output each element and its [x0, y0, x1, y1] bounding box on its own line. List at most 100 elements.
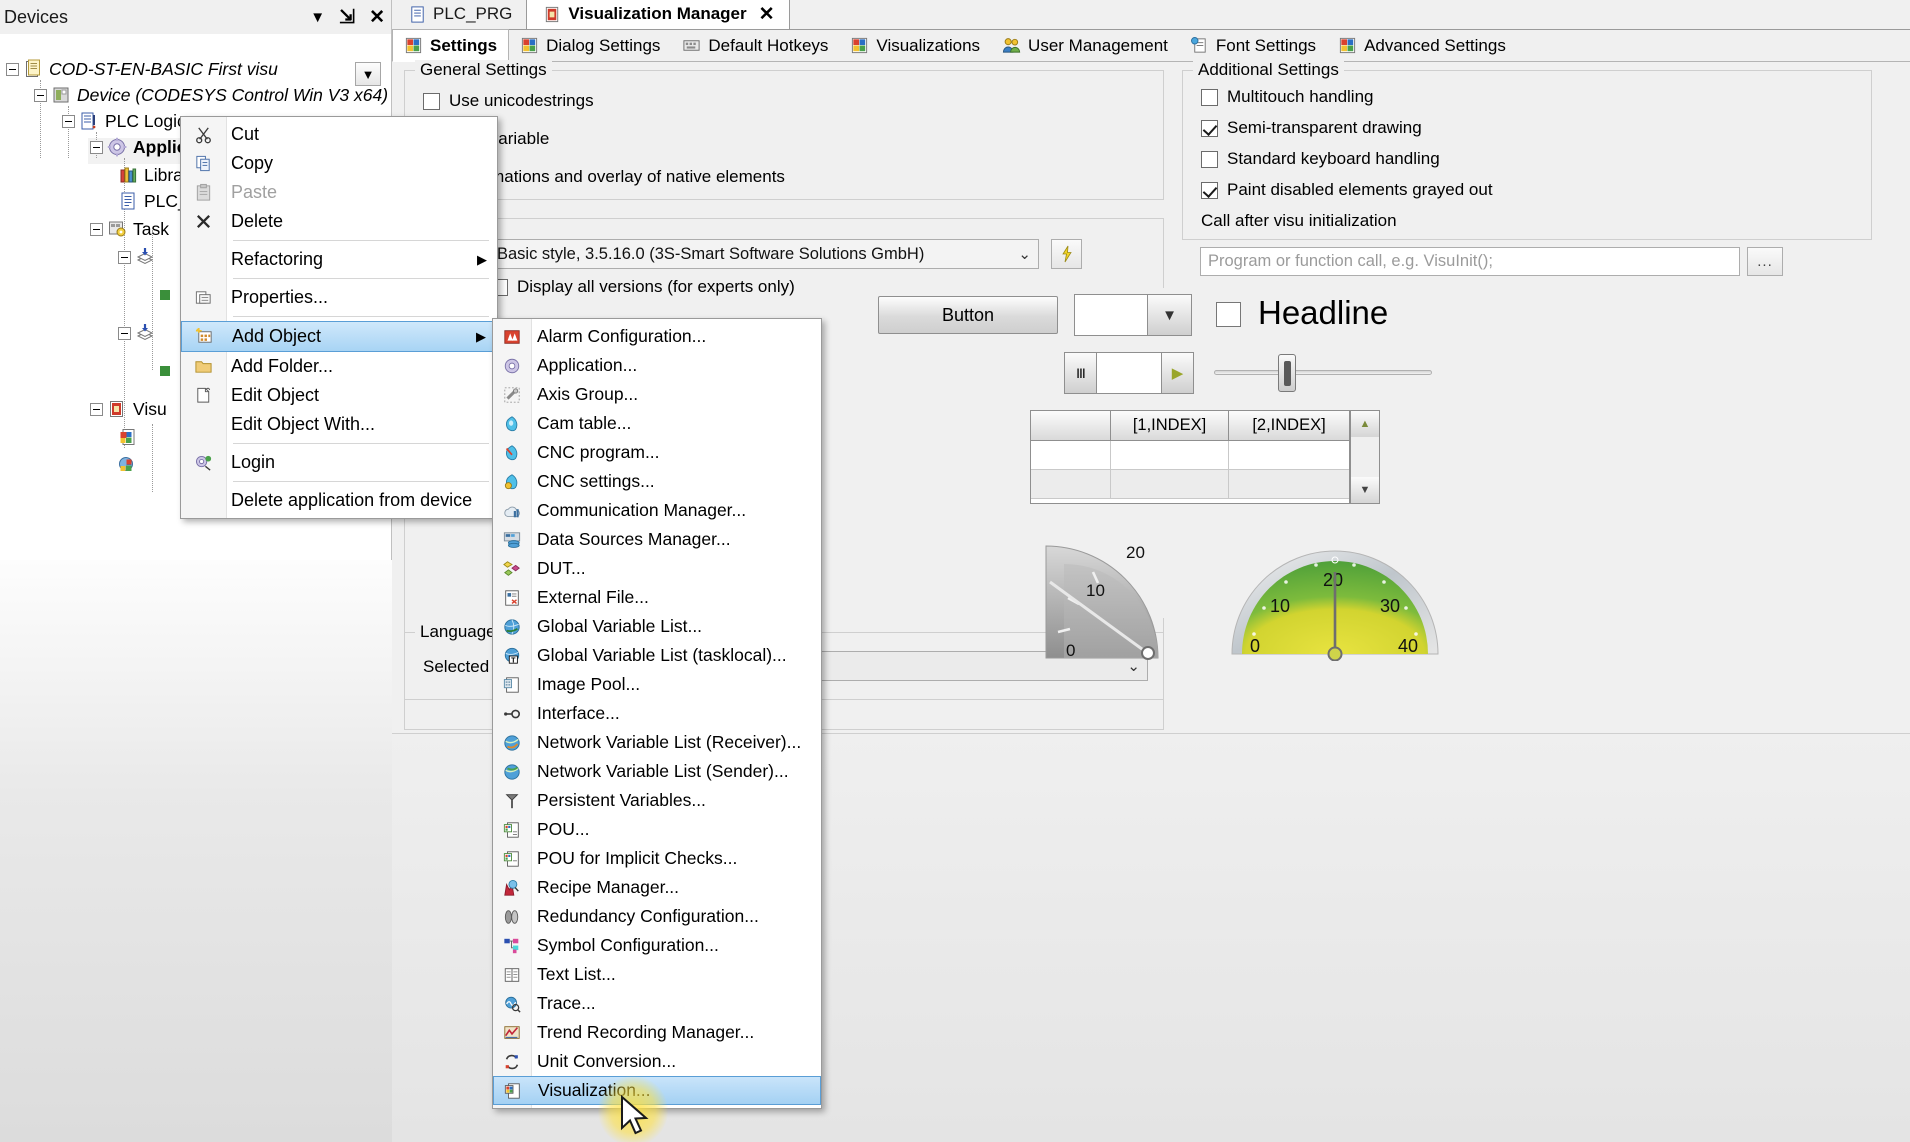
submenu-item-interface[interactable]: Interface... — [493, 699, 821, 728]
style-combo[interactable]: Basic style, 3.5.16.0 (3S-Smart Software… — [489, 239, 1039, 269]
expander-icon[interactable] — [6, 63, 19, 76]
submenu-item-network-variable-list-sender[interactable]: Network Variable List (Sender)... — [493, 757, 821, 786]
context-menu-item-refactoring[interactable]: Refactoring ▶ — [181, 245, 497, 274]
submenu-item-axis-group[interactable]: Axis Group... — [493, 380, 821, 409]
tree-item-device[interactable]: Device (CODESYS Control Win V3 x64) — [34, 82, 388, 108]
checkbox-use-unicodestrings[interactable]: Use unicodestrings — [423, 91, 594, 111]
context-menu-item-copy[interactable]: Copy — [181, 149, 497, 178]
tab-default-hotkeys[interactable]: Default Hotkeys — [671, 30, 839, 62]
expander-icon[interactable] — [90, 223, 103, 236]
tab-settings[interactable]: Settings — [392, 29, 509, 62]
submenu-item-persistent-variables[interactable]: Persistent Variables... — [493, 786, 821, 815]
submenu-item-text-list[interactable]: Text List... — [493, 960, 821, 989]
submenu-item-alarm-configuration[interactable]: Alarm Configuration... — [493, 322, 821, 351]
preview-spinbox[interactable]: III ▶ — [1064, 352, 1194, 394]
submenu-item-redundancy-configuration[interactable]: Redundancy Configuration... — [493, 902, 821, 931]
preview-table-scrollbar[interactable]: ▲ ▼ — [1350, 410, 1380, 504]
tab-visualizations[interactable]: Visualizations — [839, 30, 991, 62]
submenu-item-trend-recording-manager[interactable]: Trend Recording Manager... — [493, 1018, 821, 1047]
submenu-item-global-variable-list[interactable]: Global Variable List... — [493, 612, 821, 641]
submenu-item-visualization[interactable]: Visualization... — [493, 1076, 821, 1105]
submenu-item-network-variable-list-receiver[interactable]: Network Variable List (Receiver)... — [493, 728, 821, 757]
preview-table[interactable]: [1,INDEX] [2,INDEX] — [1030, 410, 1350, 504]
tree-item-plc-logic[interactable]: PLC Logic — [62, 108, 186, 134]
call-after-visu-init-browse-button[interactable]: ... — [1747, 247, 1783, 276]
preview-button[interactable]: Button — [878, 296, 1058, 334]
submenu-item-trace[interactable]: Trace... — [493, 989, 821, 1018]
expander-icon[interactable] — [90, 403, 103, 416]
checkbox-multitouch-handling[interactable]: Multitouch handling — [1201, 87, 1373, 107]
tree-item-project[interactable]: COD-ST-EN-BASIC First visu — [6, 56, 278, 82]
expander-icon[interactable] — [118, 251, 131, 264]
chevron-down-icon[interactable]: ▼ — [1147, 295, 1191, 335]
submenu-item-cnc-settings[interactable]: CNC settings... — [493, 467, 821, 496]
style-edit-button[interactable] — [1051, 239, 1082, 269]
submenu-item-symbol-configuration[interactable]: Symbol Configuration... — [493, 931, 821, 960]
tab-advanced-settings[interactable]: Advanced Settings — [1327, 30, 1517, 62]
tree-item-visualization-manager[interactable]: Visu — [90, 396, 167, 422]
tree-item-plc-prg[interactable]: PLC_ — [118, 188, 188, 214]
context-menu-item-properties[interactable]: Properties... — [181, 283, 497, 312]
submenu-item-pou[interactable]: POU... — [493, 815, 821, 844]
submenu-item-global-variable-list-tasklocal[interactable]: T Global Variable List (tasklocal)... — [493, 641, 821, 670]
submenu-item-external-file[interactable]: External File... — [493, 583, 821, 612]
context-menu-item-delete[interactable]: Delete — [181, 207, 497, 236]
context-menu-item-edit-object[interactable]: Edit Object — [181, 381, 497, 410]
pin-icon[interactable]: ⇲ — [339, 6, 355, 29]
context-menu-item-add-folder[interactable]: Add Folder... — [181, 352, 497, 381]
checkbox-box[interactable] — [1201, 89, 1218, 106]
submenu-item-cam-table[interactable]: Cam table... — [493, 409, 821, 438]
checkbox-paint-disabled-grayed[interactable]: Paint disabled elements grayed out — [1201, 180, 1493, 200]
tree-item-task[interactable] — [118, 244, 161, 270]
close-icon[interactable]: ✕ — [369, 6, 385, 29]
checkbox-box[interactable] — [423, 93, 440, 110]
project-dropdown-button[interactable]: ▼ — [355, 62, 381, 86]
context-menu-item-cut[interactable]: Cut — [181, 120, 497, 149]
tree-item-task[interactable] — [118, 320, 161, 346]
preview-slider-knob[interactable] — [1278, 354, 1296, 392]
tree-item-visualization[interactable] — [118, 452, 144, 478]
submenu-item-communication-manager[interactable]: Communication Manager... — [493, 496, 821, 525]
submenu-item-data-sources-manager[interactable]: Data Sources Manager... — [493, 525, 821, 554]
tab-font-settings[interactable]: Font Settings — [1179, 30, 1327, 62]
scroll-up-button[interactable]: ▲ — [1351, 411, 1379, 437]
spin-right-button[interactable]: ▶ — [1161, 353, 1193, 393]
submenu-item-application[interactable]: Application... — [493, 351, 821, 380]
checkbox-standard-keyboard-handling[interactable]: Standard keyboard handling — [1201, 149, 1440, 169]
submenu-item-unit-conversion[interactable]: Unit Conversion... — [493, 1047, 821, 1076]
table-row[interactable] — [1031, 441, 1349, 470]
table-row[interactable] — [1031, 470, 1349, 499]
call-after-visu-init-input[interactable]: Program or function call, e.g. VisuInit(… — [1200, 247, 1740, 276]
tab-user-management[interactable]: User Management — [991, 30, 1179, 62]
dropdown-icon[interactable]: ▼ — [310, 9, 325, 26]
expander-icon[interactable] — [62, 115, 75, 128]
context-menu-item-login[interactable]: Login — [181, 448, 497, 477]
context-menu-item-edit-object-with[interactable]: Edit Object With... — [181, 410, 497, 439]
tree-item-library-manager[interactable]: Libra — [118, 162, 183, 188]
preview-combobox[interactable]: ▼ — [1074, 294, 1192, 336]
preview-checkbox[interactable] — [1216, 302, 1241, 327]
expander-icon[interactable] — [34, 89, 47, 102]
context-menu-item-add-object[interactable]: Add Object ▶ — [181, 321, 497, 352]
tree-item-task-child[interactable] — [160, 282, 170, 308]
checkbox-semi-transparent-drawing[interactable]: Semi-transparent drawing — [1201, 118, 1422, 138]
add-object-submenu[interactable]: Alarm Configuration... Application... Ax… — [492, 318, 822, 1109]
expander-icon[interactable] — [118, 327, 131, 340]
tab-plc-prg[interactable]: PLC_PRG — [392, 0, 526, 29]
submenu-item-cnc-program[interactable]: CNC program... — [493, 438, 821, 467]
scroll-down-button[interactable]: ▼ — [1351, 477, 1379, 503]
tree-item-task-child[interactable] — [160, 358, 170, 384]
expander-icon[interactable] — [90, 141, 103, 154]
checkbox-box[interactable] — [1201, 151, 1218, 168]
spin-left-button[interactable]: III — [1065, 353, 1097, 393]
tab-visualization-manager[interactable]: Visualization Manager ✕ — [526, 0, 789, 29]
checkbox-box[interactable] — [1201, 182, 1218, 199]
tab-dialog-settings[interactable]: Dialog Settings — [509, 30, 671, 62]
tree-item-visualization[interactable] — [118, 424, 144, 450]
checkbox-box[interactable] — [1201, 120, 1218, 137]
preview-slider-track[interactable] — [1214, 370, 1432, 375]
submenu-item-pou-for-implicit-checks[interactable]: POU for Implicit Checks... — [493, 844, 821, 873]
tree-item-task-configuration[interactable]: Task — [90, 216, 169, 242]
submenu-item-image-pool[interactable]: Image Pool... — [493, 670, 821, 699]
context-menu[interactable]: Cut Copy Paste — [180, 116, 498, 519]
